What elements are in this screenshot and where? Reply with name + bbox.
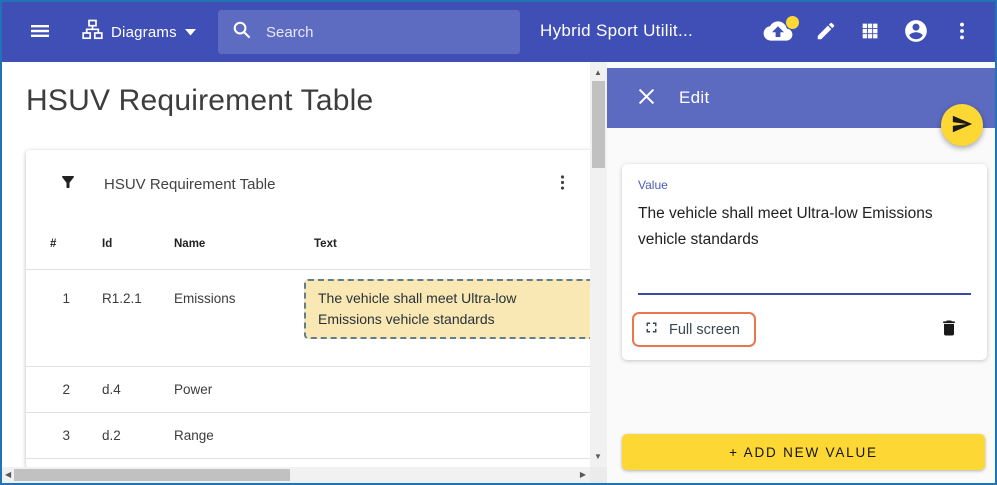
column-header-id: Id xyxy=(78,238,150,250)
send-fab[interactable] xyxy=(941,104,983,146)
value-actions: Full screen xyxy=(632,312,971,347)
topbar-actions xyxy=(763,16,973,48)
edit-panel-title: Edit xyxy=(679,88,710,108)
diagrams-nav-label: Diagrams xyxy=(111,24,177,41)
menu-button[interactable] xyxy=(28,20,52,44)
value-field-text[interactable]: The vehicle shall meet Ultra-low Emissio… xyxy=(638,201,958,253)
more-options-button[interactable] xyxy=(951,20,973,45)
top-app-bar: Diagrams Hybrid Sport Utilit... xyxy=(2,2,995,62)
hamburger-icon xyxy=(28,19,52,46)
trash-icon xyxy=(939,327,959,342)
filter-icon xyxy=(59,173,77,196)
horizontal-scrollbar[interactable]: ◀ ▶ xyxy=(2,467,590,483)
table-header-row: # Id Name Text xyxy=(26,218,592,270)
close-icon xyxy=(638,88,655,108)
scroll-up-arrow-icon[interactable]: ▲ xyxy=(594,69,602,77)
table-title: HSUV Requirement Table xyxy=(104,176,275,193)
pencil-icon xyxy=(815,20,837,45)
table-row: 2 d.4 Power xyxy=(26,367,592,413)
yellow-notification-dot xyxy=(786,16,799,29)
cloud-upload-button[interactable] xyxy=(763,19,793,46)
search-box[interactable] xyxy=(218,10,520,54)
scroll-left-arrow-icon[interactable]: ◀ xyxy=(5,471,11,479)
input-underline xyxy=(638,293,971,295)
delete-button[interactable] xyxy=(939,317,959,342)
send-icon xyxy=(951,113,973,138)
row-num: 1 xyxy=(26,270,78,366)
column-header-num: # xyxy=(26,238,78,250)
value-field-label: Value xyxy=(638,178,971,192)
account-circle-icon xyxy=(903,18,929,47)
add-new-value-button[interactable]: + ADD NEW VALUE xyxy=(622,434,985,470)
search-input[interactable] xyxy=(266,24,506,41)
kebab-menu-icon xyxy=(553,173,572,195)
close-button[interactable] xyxy=(637,89,655,107)
full-screen-button[interactable]: Full screen xyxy=(632,312,756,347)
row-name: Range xyxy=(150,428,290,443)
edit-panel-header: Edit xyxy=(607,68,995,128)
value-card: Value The vehicle shall meet Ultra-low E… xyxy=(622,164,987,360)
edit-panel: Edit Value The vehicle shall meet Ultra-… xyxy=(607,62,995,483)
vertical-scrollbar-thumb[interactable] xyxy=(592,81,605,168)
apps-grid-icon xyxy=(859,20,881,45)
chevron-down-icon xyxy=(185,23,196,41)
row-id: d.4 xyxy=(78,382,150,397)
diagram-tree-icon xyxy=(82,19,103,45)
fullscreen-icon xyxy=(643,319,660,340)
kebab-menu-icon xyxy=(951,20,973,45)
column-header-text: Text xyxy=(290,238,592,250)
table-card-header: HSUV Requirement Table xyxy=(26,150,592,218)
search-icon xyxy=(232,20,251,44)
scroll-down-arrow-icon[interactable]: ▼ xyxy=(594,453,602,461)
row-num: 2 xyxy=(26,382,78,397)
vertical-scrollbar[interactable]: ▲ ▼ xyxy=(590,62,607,467)
page-title: HSUV Requirement Table xyxy=(26,84,373,118)
row-id: R1.2.1 xyxy=(78,270,150,366)
horizontal-scrollbar-thumb[interactable] xyxy=(14,469,290,481)
row-name: Power xyxy=(150,382,290,397)
selected-text-cell[interactable]: The vehicle shall meet Ultra-low Emissio… xyxy=(304,279,604,339)
app-window: Diagrams Hybrid Sport Utilit... xyxy=(0,0,997,485)
diagrams-nav[interactable]: Diagrams xyxy=(82,18,196,46)
scroll-right-arrow-icon[interactable]: ▶ xyxy=(580,471,586,479)
document-title: Hybrid Sport Utilit... xyxy=(540,21,693,41)
full-screen-label: Full screen xyxy=(669,322,740,338)
apps-grid-button[interactable] xyxy=(859,20,881,45)
row-num: 3 xyxy=(26,428,78,443)
column-header-name: Name xyxy=(150,238,290,250)
content-area: HSUV Requirement Table HSUV Requirement … xyxy=(2,62,590,483)
table-row: 1 R1.2.1 Emissions The vehicle shall mee… xyxy=(26,270,592,367)
account-button[interactable] xyxy=(903,18,929,47)
row-name: Emissions xyxy=(150,270,290,366)
table-menu-button[interactable] xyxy=(550,172,574,196)
requirement-table-card: HSUV Requirement Table # Id Name Text 1 … xyxy=(26,150,592,468)
table-row: 3 d.2 Range xyxy=(26,413,592,459)
scrollbar-corner xyxy=(590,467,607,483)
edit-pencil-button[interactable] xyxy=(815,20,837,45)
row-id: d.2 xyxy=(78,428,150,443)
